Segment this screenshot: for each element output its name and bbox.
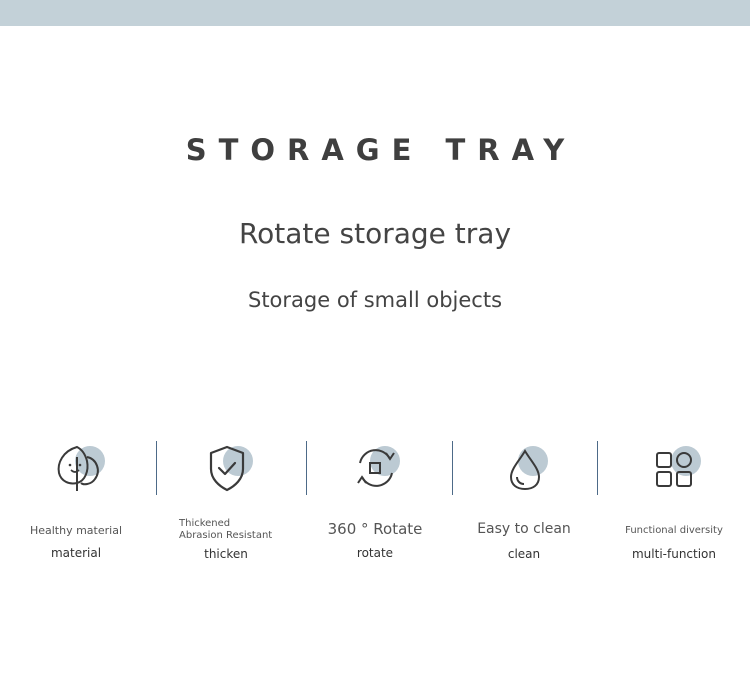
feature-label: Functional diversity xyxy=(625,525,723,536)
shield-check-icon xyxy=(203,443,259,493)
divider xyxy=(597,441,598,495)
top-banner xyxy=(0,0,750,26)
feature-healthy-material: Healthy material material xyxy=(1,440,151,580)
subtitle: Rotate storage tray xyxy=(238,217,512,250)
feature-sublabel: rotate xyxy=(356,546,394,560)
grid-apps-icon xyxy=(651,443,707,493)
feature-sublabel: thicken xyxy=(204,547,248,561)
description: Storage of small objects xyxy=(247,288,503,312)
rotate-icon xyxy=(352,443,408,493)
feature-sublabel: clean xyxy=(507,547,541,561)
feature-rotate: 360 ° Rotate rotate xyxy=(300,440,450,580)
feature-label: Healthy material xyxy=(29,524,123,537)
water-drop-icon xyxy=(501,443,557,493)
feature-sublabel: multi-function xyxy=(631,547,717,561)
feature-easy-clean: Easy to clean clean xyxy=(449,440,599,580)
leaf-icon xyxy=(53,443,109,493)
feature-multi-function: Functional diversity multi-function xyxy=(599,440,749,580)
feature-label: Easy to clean xyxy=(477,521,571,537)
page-title: STORAGE TRAY xyxy=(185,133,577,167)
feature-thickened: Thickened Abrasion Resistant thicken xyxy=(151,440,301,580)
feature-label: 360 ° Rotate xyxy=(327,520,423,538)
feature-sublabel: material xyxy=(50,546,102,560)
